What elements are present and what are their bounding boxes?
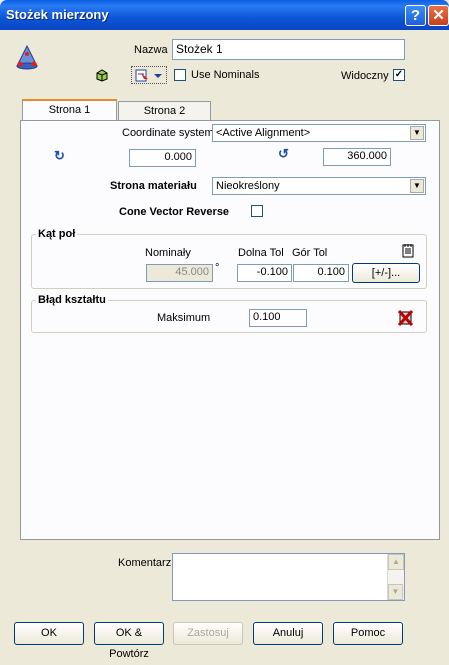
comment-textarea[interactable] xyxy=(172,553,405,601)
close-button[interactable]: ✕ xyxy=(428,5,449,26)
material-side-value: Nieokreślony xyxy=(216,180,280,192)
plus-minus-button[interactable]: [+/-]... xyxy=(352,263,420,283)
notepad-icon[interactable] xyxy=(402,243,415,258)
help-title-button[interactable]: ? xyxy=(405,5,426,26)
nominal-angle-input: 45.000 xyxy=(146,264,213,282)
end-angle-input[interactable]: 360.000 xyxy=(323,148,391,166)
ok-button[interactable]: OK xyxy=(14,622,84,645)
comment-label: Komentarz xyxy=(118,557,172,569)
chevron-down-icon: ▼ xyxy=(410,179,424,193)
cone-vector-reverse-checkbox[interactable] xyxy=(251,205,263,217)
visible-label: Widoczny xyxy=(341,70,389,82)
rotate-cw-icon: ↺ xyxy=(278,146,289,161)
measured-point-icon xyxy=(135,69,162,82)
use-nominals-label: Use Nominals xyxy=(191,69,260,81)
cancel-button[interactable]: Anuluj xyxy=(253,622,323,645)
start-angle-input[interactable]: 0.000 xyxy=(129,149,196,167)
coord-system-value: <Active Alignment> xyxy=(216,127,311,139)
lower-tol-header: Dolna Tol xyxy=(238,247,284,259)
form-error-group-title: Błąd kształtu xyxy=(36,294,108,306)
lower-tol-input[interactable]: -0.100 xyxy=(237,264,292,282)
material-side-select[interactable]: Nieokreślony ▼ xyxy=(212,177,426,195)
ok-repeat-button[interactable]: OK & Powtórz xyxy=(94,622,164,660)
maximum-input[interactable]: 0.100 xyxy=(249,309,307,327)
upper-tol-input[interactable]: 0.100 xyxy=(293,264,349,282)
comment-scrollbar[interactable]: ▲ ▼ xyxy=(387,554,404,600)
tab-strona-2[interactable]: Strona 2 xyxy=(118,101,211,121)
tab-strona-1[interactable]: Strona 1 xyxy=(22,99,117,121)
rotate-ccw-icon: ↻ xyxy=(54,148,65,163)
upper-tol-header: Gór Tol xyxy=(292,247,328,259)
use-nominals-checkbox[interactable] xyxy=(174,69,186,81)
nominal-header: Nominały xyxy=(145,247,191,259)
box-icon[interactable] xyxy=(95,68,109,82)
help-button[interactable]: Pomoc xyxy=(333,622,403,645)
coord-system-select[interactable]: <Active Alignment> ▼ xyxy=(212,124,426,142)
scroll-down-icon[interactable]: ▼ xyxy=(388,584,403,600)
name-label: Nazwa xyxy=(134,44,168,56)
delete-icon[interactable] xyxy=(397,309,414,327)
coord-system-label: Coordinate system xyxy=(122,127,214,139)
scroll-up-icon[interactable]: ▲ xyxy=(388,554,404,570)
nominals-mode-dropdown[interactable] xyxy=(131,66,167,84)
material-side-label: Strona materiału xyxy=(110,180,197,192)
cone-vector-reverse-label: Cone Vector Reverse xyxy=(119,206,230,218)
degree-symbol: ° xyxy=(215,262,220,274)
cone-feature-icon xyxy=(14,44,40,72)
window-title: Stożek mierzony xyxy=(6,7,109,22)
visible-checkbox[interactable]: ✓ xyxy=(393,69,405,81)
title-bar: Stożek mierzony ? ✕ xyxy=(0,0,449,30)
chevron-down-icon: ▼ xyxy=(410,126,424,140)
angle-group-title: Kąt poł xyxy=(36,228,78,240)
maximum-label: Maksimum xyxy=(157,312,211,324)
name-input[interactable]: Stożek 1 xyxy=(172,39,405,60)
apply-button: Zastosuj xyxy=(173,622,243,645)
